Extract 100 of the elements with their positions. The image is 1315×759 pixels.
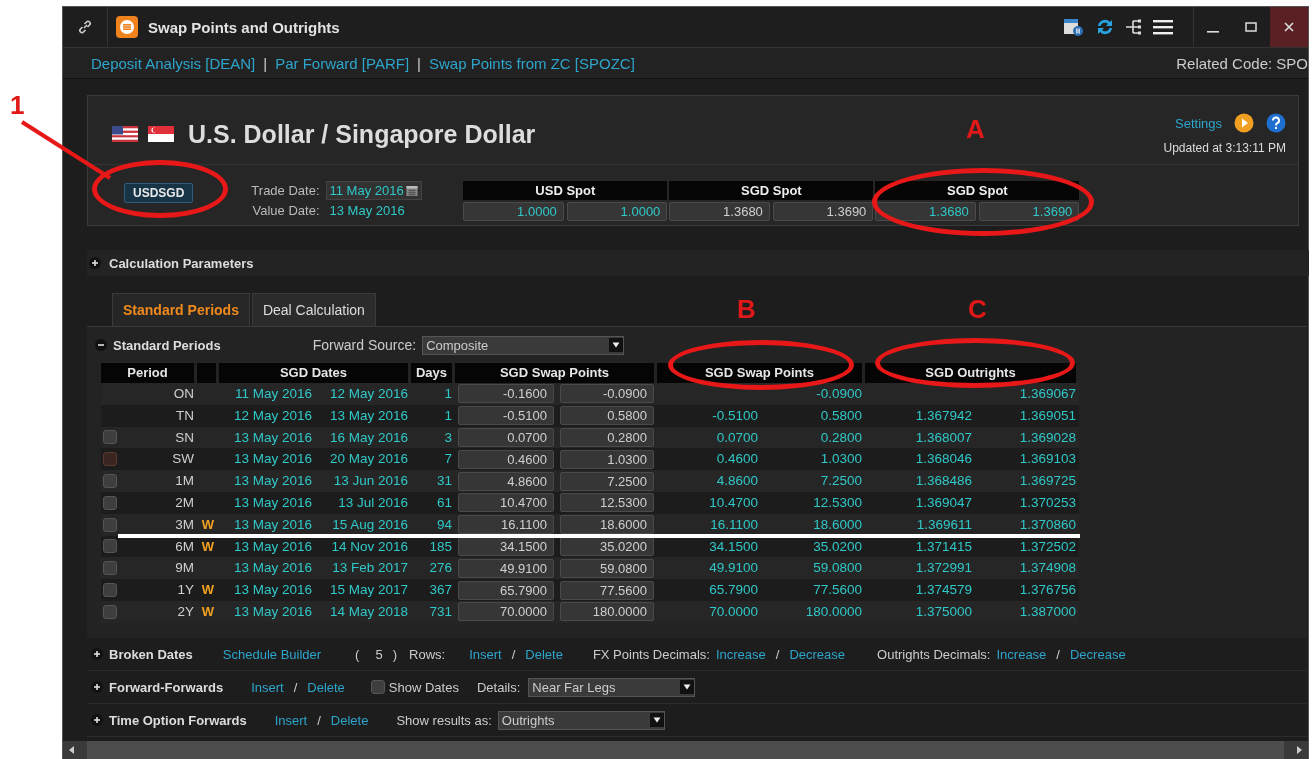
- action-link[interactable]: Decrease: [1070, 646, 1126, 662]
- swap-points-field[interactable]: 65.7900: [458, 580, 554, 600]
- link-separator: |: [417, 54, 421, 72]
- period-cell-text: 1M: [175, 472, 194, 491]
- action-link[interactable]: Insert: [274, 712, 308, 728]
- weekend-label: W: [201, 581, 215, 600]
- row-checkbox[interactable]: [103, 583, 117, 598]
- period-cell-text: 2M: [175, 494, 194, 512]
- row-checkbox[interactable]: [103, 539, 117, 554]
- menu-icon[interactable]: [1153, 19, 1173, 35]
- swap-points-cell-text: 180.0000: [805, 602, 862, 621]
- action-link[interactable]: Insert: [251, 679, 284, 695]
- outright-cell-text: 1.368046: [915, 450, 972, 469]
- row-checkbox[interactable]: [103, 495, 117, 510]
- label: Details:: [476, 679, 521, 695]
- swap-points-field[interactable]: 0.5800: [560, 406, 654, 426]
- swap-points-field[interactable]: 12.5300: [560, 493, 654, 513]
- swap-points-cell-text: 12.5300: [813, 494, 862, 512]
- swap-points-field[interactable]: 16.1100: [458, 515, 554, 535]
- period-cell-text: 1Y: [177, 581, 194, 600]
- section-title: Standard Periods: [113, 337, 221, 353]
- checkbox[interactable]: [370, 680, 385, 694]
- period-cell-text: ON: [173, 385, 194, 403]
- days-cell-text: 276: [429, 559, 452, 578]
- dropdown[interactable]: Outrights: [497, 710, 665, 730]
- tree-icon[interactable]: [1125, 18, 1143, 36]
- swap-points-field[interactable]: 4.8600: [458, 471, 554, 491]
- days-cell-text: 31: [436, 472, 452, 491]
- label: ): [392, 646, 398, 662]
- play-icon[interactable]: [1234, 113, 1254, 133]
- calendar-icon[interactable]: [1063, 17, 1085, 37]
- swap-points-field[interactable]: -0.0900: [560, 384, 654, 404]
- swap-points-field[interactable]: -0.5100: [458, 406, 554, 426]
- app-link[interactable]: Par Forward [PARF]: [275, 54, 410, 72]
- expand-icon[interactable]: [91, 648, 103, 660]
- row-checkbox[interactable]: [103, 604, 117, 619]
- spot-header: SGD Spot: [875, 181, 1080, 200]
- column-header: SGD Swap Points: [455, 363, 657, 383]
- forward-source-dropdown[interactable]: Composite: [422, 335, 625, 355]
- expand-icon[interactable]: [91, 714, 103, 726]
- swap-points-field[interactable]: 77.5600: [560, 580, 654, 600]
- action-link[interactable]: Delete: [307, 679, 345, 695]
- swap-points-cell-text: 34.1500: [709, 537, 758, 556]
- collapse-icon[interactable]: [95, 339, 107, 351]
- swap-points-field[interactable]: 0.0700: [458, 428, 554, 447]
- dropdown[interactable]: Near Far Legs: [528, 677, 696, 697]
- scroll-left-icon[interactable]: [67, 745, 77, 755]
- app-link[interactable]: Swap Points from ZC [SPOZC]: [428, 54, 635, 72]
- app-link[interactable]: Deposit Analysis [DEAN]: [91, 54, 256, 72]
- action-link[interactable]: Delete: [330, 712, 369, 728]
- trade-date-field[interactable]: 11 May 2016: [325, 181, 422, 200]
- date-cell-text: 13 May 2016: [233, 428, 312, 447]
- label: Show results as:: [396, 712, 492, 728]
- date-cell-text: 13 May 2016: [233, 450, 312, 469]
- swap-points-field[interactable]: 10.4700: [458, 493, 554, 513]
- swap-points-field[interactable]: 59.0800: [560, 558, 654, 578]
- swap-points-field[interactable]: 0.4600: [458, 449, 554, 469]
- action-link[interactable]: Decrease: [789, 646, 846, 662]
- swap-points-field[interactable]: 49.9100: [458, 558, 554, 578]
- swap-points-field[interactable]: 1.0300: [560, 449, 654, 469]
- label: /: [317, 712, 321, 728]
- settings-link[interactable]: Settings: [1175, 115, 1222, 131]
- close-button[interactable]: [1270, 7, 1308, 47]
- outright-cell-text: 1.374579: [915, 581, 972, 600]
- swap-points-field[interactable]: 18.6000: [560, 515, 654, 535]
- row-checkbox[interactable]: [103, 452, 117, 467]
- days-cell-text: 1: [444, 385, 452, 403]
- action-link[interactable]: Delete: [525, 646, 563, 662]
- action-link[interactable]: Increase: [996, 646, 1047, 662]
- row-checkbox[interactable]: [103, 474, 117, 489]
- row-checkbox[interactable]: [103, 430, 117, 445]
- date-cell-text: 12 May 2016: [233, 406, 312, 425]
- swap-points-cell-text: 77.5600: [813, 581, 862, 600]
- refresh-icon[interactable]: [1095, 17, 1115, 37]
- action-link[interactable]: Increase: [715, 646, 766, 662]
- row-checkbox[interactable]: [103, 517, 117, 532]
- expand-icon[interactable]: [89, 257, 101, 269]
- expand-icon[interactable]: [91, 681, 103, 693]
- date-cell-text: 14 Nov 2016: [331, 537, 408, 556]
- tab[interactable]: Standard Periods: [112, 293, 250, 326]
- tab[interactable]: Deal Calculation: [251, 293, 376, 326]
- swap-points-field[interactable]: 70.0000: [458, 602, 554, 622]
- swap-points-field[interactable]: 180.0000: [560, 602, 654, 622]
- swap-points-field[interactable]: -0.1600: [458, 384, 554, 404]
- currency-pair-badge[interactable]: USDSGD: [124, 183, 194, 203]
- action-link[interactable]: Insert: [469, 646, 502, 662]
- date-cell-text: 13 Jun 2016: [333, 472, 408, 491]
- scroll-right-icon[interactable]: [1294, 745, 1304, 755]
- date-cell-text: 16 May 2016: [329, 428, 408, 447]
- action-link[interactable]: Schedule Builder: [222, 646, 322, 662]
- date-cell-text: 12 May 2016: [329, 385, 408, 403]
- swap-points-field[interactable]: 7.2500: [560, 471, 654, 491]
- swap-points-field[interactable]: 0.2800: [560, 428, 654, 447]
- swap-points-cell-text: -0.0900: [816, 385, 862, 403]
- link-icon[interactable]: [77, 19, 93, 35]
- swap-points-cell-text: 16.1100: [710, 515, 758, 534]
- row-checkbox[interactable]: [103, 561, 117, 576]
- calendar-icon[interactable]: [405, 184, 418, 197]
- outright-cell-text: 1.375000: [915, 602, 972, 621]
- help-icon[interactable]: [1266, 113, 1286, 133]
